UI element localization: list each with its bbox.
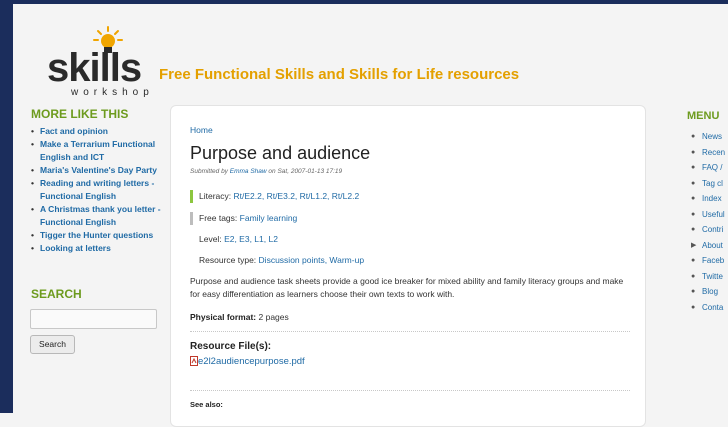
related-link[interactable]: Maria's Valentine's Day Party (31, 164, 161, 177)
menu-item-label: News (702, 132, 723, 141)
site-tagline: Free Functional Skills and Skills for Li… (159, 66, 520, 83)
pdf-icon (190, 356, 198, 366)
related-link[interactable]: Reading and writing letters - Functional… (31, 177, 161, 203)
submitted-info: Submitted by Emma Shaw on Sat, 2007-01-1… (190, 168, 342, 175)
related-link[interactable]: A Christmas thank you letter - Functiona… (31, 203, 161, 229)
divider (190, 390, 630, 391)
bullet-icon: ● (691, 195, 696, 202)
search-input[interactable] (30, 309, 157, 329)
main-content-panel: Home Purpose and audience Submitted by E… (170, 105, 646, 427)
page: skills workshop Free Functional Skills a… (13, 4, 728, 427)
literacy-field: Literacy: Rt/E2.2, Rt/E3.2, Rt/L1.2, Rt/… (190, 190, 359, 203)
window-frame-left (0, 0, 13, 413)
menu-list: ● News ● Recen ● FAQ / ● Tag cl ● Index ● Usef… (688, 129, 728, 315)
menu-item-label: Blog (702, 287, 719, 296)
breadcrumb-home-link[interactable]: Home (190, 125, 213, 135)
related-link[interactable]: Fact and opinion (31, 125, 161, 138)
menu-item-index[interactable]: ● Index (688, 191, 728, 207)
divider (190, 331, 630, 332)
menu-item-contact[interactable]: ● Conta (688, 300, 728, 316)
menu-item-news[interactable]: ● News (688, 129, 728, 145)
triangle-right-icon: ▶ (691, 241, 697, 249)
bullet-icon: ● (691, 257, 696, 264)
menu-item-label: Faceb (702, 256, 725, 265)
bullet-icon: ● (691, 148, 696, 156)
logo-wordmark: skills (47, 46, 142, 90)
physical-format-label: Physical format: (190, 312, 257, 322)
bullet-icon: ● (691, 164, 696, 171)
menu-item-label: FAQ / (702, 163, 723, 172)
menu-item-label: Twitte (702, 271, 723, 281)
submitted-date: on Sat, 2007-01-13 17:19 (268, 168, 343, 175)
menu-item-label: Conta (702, 302, 724, 312)
resource-type-links[interactable]: Discussion points, Warm-up (259, 255, 365, 265)
bullet-icon: ● (691, 133, 696, 140)
submitted-prefix: Submitted by (190, 168, 228, 175)
logo-subtitle: workshop (71, 87, 154, 98)
related-link[interactable]: Tigger the Hunter questions (31, 229, 161, 242)
menu-item-label: Index (702, 194, 722, 203)
menu-heading: MENU (687, 110, 720, 122)
related-link[interactable]: Looking at letters (31, 242, 161, 255)
menu-item-twitter[interactable]: ● Twitte (688, 269, 728, 285)
physical-format-value: 2 pages (258, 312, 289, 322)
free-tags-field: Free tags: Family learning (190, 212, 297, 225)
menu-item-tag-cloud[interactable]: ● Tag cl (688, 176, 728, 192)
bullet-icon: ● (691, 272, 696, 280)
tags-marker (190, 212, 193, 225)
search-button[interactable]: Search (30, 335, 75, 354)
literacy-links[interactable]: Rt/E2.2, Rt/E3.2, Rt/L1.2, Rt/L2.2 (234, 191, 360, 201)
resource-type-field: Resource type: Discussion points, Warm-u… (190, 254, 364, 267)
menu-item-contribute[interactable]: ● Contri (688, 222, 728, 238)
bullet-icon: ● (691, 226, 696, 233)
literacy-label: Literacy: (199, 191, 232, 201)
menu-item-label: Useful (702, 209, 725, 219)
see-also-heading: See also: (190, 400, 223, 409)
level-field: Level: E2, E3, L1, L2 (190, 233, 278, 246)
bullet-icon: ● (691, 303, 696, 311)
more-like-this-heading: MORE LIKE THIS (31, 107, 129, 121)
menu-item-label: Contri (702, 225, 724, 234)
bullet-icon: ● (691, 179, 696, 187)
menu-item-label: Tag cl (702, 178, 723, 188)
author-link[interactable]: Emma Shaw (230, 168, 267, 175)
search-heading: SEARCH (31, 287, 82, 301)
level-links[interactable]: E2, E3, L1, L2 (224, 234, 278, 244)
menu-item-recent[interactable]: ● Recen (688, 145, 728, 161)
bullet-icon: ● (691, 288, 696, 295)
bullet-icon: ● (691, 210, 696, 218)
resource-description: Purpose and audience task sheets provide… (190, 276, 624, 299)
level-label: Level: (199, 234, 222, 244)
more-like-this-list: Fact and opinion Make a Terrarium Functi… (31, 125, 161, 255)
menu-item-label: About (702, 240, 723, 250)
page-title: Purpose and audience (190, 143, 371, 163)
menu-item-facebook[interactable]: ● Faceb (688, 253, 728, 269)
free-tags-links[interactable]: Family learning (240, 213, 298, 223)
literacy-marker (190, 190, 193, 203)
related-link[interactable]: Make a Terrarium Functional English and … (31, 138, 161, 164)
menu-item-faq[interactable]: ● FAQ / (688, 160, 728, 176)
menu-item-useful[interactable]: ● Useful (688, 207, 728, 223)
menu-item-label: Recen (702, 147, 726, 157)
free-tags-label: Free tags: (199, 213, 238, 223)
site-logo[interactable]: skills workshop (47, 26, 165, 98)
menu-item-blog[interactable]: ● Blog (688, 284, 728, 300)
menu-item-about[interactable]: ▶ About (688, 238, 728, 254)
resource-files-heading: Resource File(s): (190, 341, 272, 352)
resource-type-label: Resource type: (199, 255, 257, 265)
physical-format: Physical format: 2 pages (190, 312, 289, 322)
resource-file-link[interactable]: e2l2audiencepurpose.pdf (198, 356, 305, 367)
